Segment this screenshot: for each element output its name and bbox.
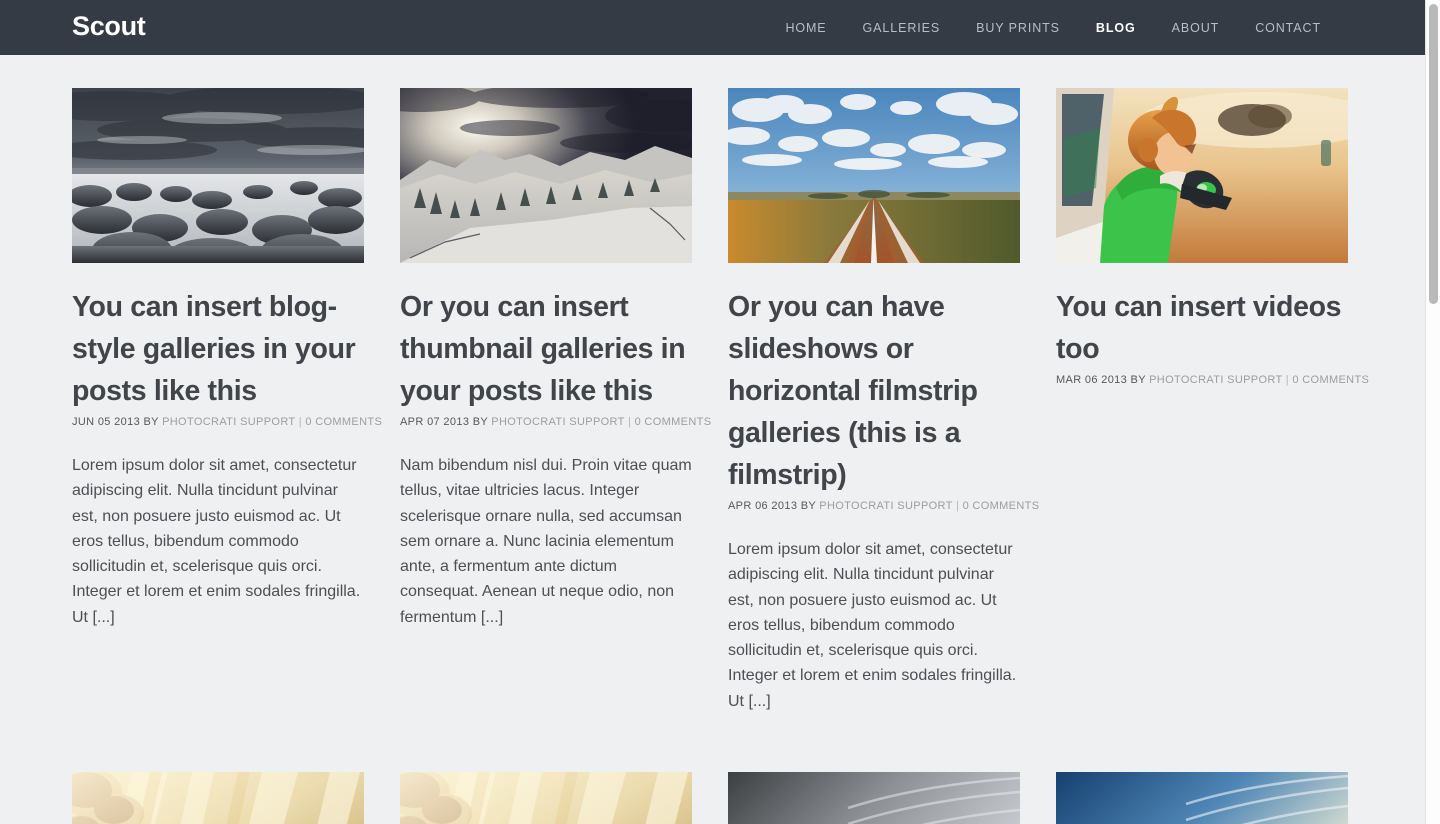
rocky-beach-image bbox=[72, 88, 364, 263]
post-date: JUN 05 2013 bbox=[72, 416, 141, 428]
snowy-mountain-image bbox=[400, 88, 692, 263]
post-by-label: BY bbox=[1130, 374, 1146, 386]
post-title[interactable]: You can insert blog-style galleries in y… bbox=[72, 286, 364, 412]
post-card: Or you can insert thumbnail galleries in… bbox=[400, 88, 711, 714]
nav-item-buy-prints[interactable]: BUY PRINTS bbox=[958, 15, 1078, 41]
post-card bbox=[728, 772, 1020, 824]
post-author-link[interactable]: PHOTOCRATI SUPPORT bbox=[1149, 374, 1282, 386]
post-date: APR 06 2013 bbox=[728, 500, 798, 512]
post-thumbnail-link[interactable] bbox=[728, 88, 1020, 263]
autumn-forest-sunbeams-image bbox=[72, 772, 364, 824]
post-title[interactable]: Or you can insert thumbnail galleries in… bbox=[400, 286, 692, 412]
post-grid-row-1: You can insert blog-style galleries in y… bbox=[0, 88, 1425, 714]
page-scrollbar-thumb[interactable] bbox=[1429, 4, 1438, 304]
meta-separator: | bbox=[627, 416, 632, 428]
meta-separator: | bbox=[298, 416, 302, 428]
post-excerpt: Lorem ipsum dolor sit amet, consectetur … bbox=[728, 541, 1017, 710]
nav-item-blog[interactable]: BLOG bbox=[1078, 15, 1154, 41]
post-card bbox=[72, 772, 364, 824]
page-root: Scout HOME GALLERIES BUY PRINTS BLOG ABO… bbox=[0, 0, 1425, 824]
post-by-label: BY bbox=[800, 500, 816, 512]
post-grid-row-2 bbox=[0, 772, 1425, 824]
post-card: You can insert videos too MAR 06 2013 BY… bbox=[1056, 88, 1369, 714]
post-excerpt: Nam bibendum nisl dui. Proin vitae quam … bbox=[400, 457, 692, 626]
bw-tree-sky-image bbox=[728, 772, 1020, 824]
post-by-label: BY bbox=[143, 416, 159, 428]
site-header: Scout HOME GALLERIES BUY PRINTS BLOG ABO… bbox=[0, 0, 1425, 55]
post-title[interactable]: Or you can have slideshows or horizontal… bbox=[728, 286, 1020, 496]
post-comments-link[interactable]: 0 COMMENTS bbox=[1292, 374, 1369, 386]
tree-blue-sky-image bbox=[1056, 772, 1348, 824]
post-meta: APR 06 2013 BY PHOTOCRATI SUPPORT | 0 CO… bbox=[728, 500, 1039, 512]
nav-item-home[interactable]: HOME bbox=[767, 15, 844, 41]
post-thumbnail-link[interactable] bbox=[72, 88, 364, 263]
post-comments-link[interactable]: 0 COMMENTS bbox=[635, 416, 712, 428]
post-meta: JUN 05 2013 BY PHOTOCRATI SUPPORT | 0 CO… bbox=[72, 416, 382, 428]
post-title[interactable]: You can insert videos too bbox=[1056, 286, 1348, 370]
post-card bbox=[1056, 772, 1348, 824]
post-thumbnail-link[interactable] bbox=[72, 772, 364, 824]
post-author-link[interactable]: PHOTOCRATI SUPPORT bbox=[491, 416, 624, 428]
post-date: MAR 06 2013 bbox=[1056, 374, 1128, 386]
post-comments-link[interactable]: 0 COMMENTS bbox=[963, 500, 1040, 512]
post-by-label: BY bbox=[472, 416, 488, 428]
browser-viewport: Scout HOME GALLERIES BUY PRINTS BLOG ABO… bbox=[0, 0, 1440, 824]
post-excerpt: Lorem ipsum dolor sit amet, consectetur … bbox=[72, 457, 361, 626]
blog-content: You can insert blog-style galleries in y… bbox=[0, 55, 1425, 824]
post-author-link[interactable]: PHOTOCRATI SUPPORT bbox=[162, 416, 295, 428]
post-date: APR 07 2013 bbox=[400, 416, 470, 428]
site-logo[interactable]: Scout bbox=[72, 13, 146, 42]
post-card bbox=[400, 772, 692, 824]
post-comments-link[interactable]: 0 COMMENTS bbox=[305, 416, 382, 428]
post-thumbnail-link[interactable] bbox=[728, 772, 1020, 824]
post-thumbnail-link[interactable] bbox=[1056, 88, 1348, 263]
main-navigation: HOME GALLERIES BUY PRINTS BLOG ABOUT CON… bbox=[767, 15, 1339, 41]
post-card: Or you can have slideshows or horizontal… bbox=[728, 88, 1039, 714]
nav-item-about[interactable]: ABOUT bbox=[1154, 15, 1238, 41]
post-author-link[interactable]: PHOTOCRATI SUPPORT bbox=[819, 500, 952, 512]
post-meta: MAR 06 2013 BY PHOTOCRATI SUPPORT | 0 CO… bbox=[1056, 374, 1369, 386]
meta-separator: | bbox=[1285, 374, 1289, 386]
nav-item-galleries[interactable]: GALLERIES bbox=[845, 15, 959, 41]
blurred-highway-image bbox=[728, 88, 1020, 263]
post-thumbnail-link[interactable] bbox=[400, 772, 692, 824]
autumn-forest-sunbeams-image bbox=[400, 772, 692, 824]
page-scrollbar-track[interactable] bbox=[1425, 0, 1440, 824]
meta-separator: | bbox=[955, 500, 960, 512]
post-meta: APR 07 2013 BY PHOTOCRATI SUPPORT | 0 CO… bbox=[400, 416, 711, 428]
car-window-portrait-image bbox=[1056, 88, 1348, 263]
nav-item-contact[interactable]: CONTACT bbox=[1237, 15, 1339, 41]
post-card: You can insert blog-style galleries in y… bbox=[72, 88, 382, 714]
post-thumbnail-link[interactable] bbox=[400, 88, 692, 263]
post-thumbnail-link[interactable] bbox=[1056, 772, 1348, 824]
